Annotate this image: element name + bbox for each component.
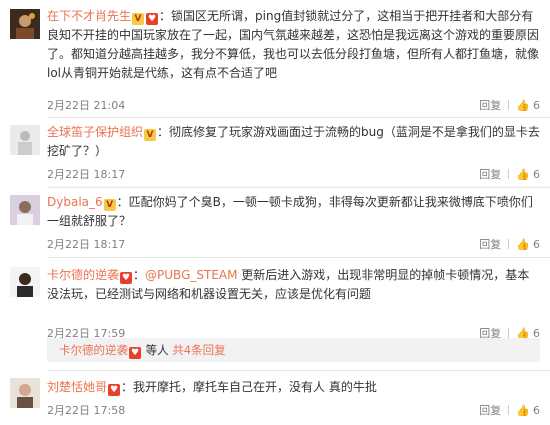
separator bbox=[508, 328, 510, 338]
like-count: 6 bbox=[533, 403, 540, 417]
username-link[interactable]: 卡尔德的逆袭 bbox=[47, 268, 119, 282]
comment-item: 刘楚恬她哥 ♥ ：我开摩托，摩托车自己在开，没有人 真的牛批 2月22日 17:58… bbox=[0, 372, 550, 425]
comment-meta: 2月22日 21:04 回复 👍 6 bbox=[47, 97, 540, 113]
heart-badge-icon: ♥ bbox=[108, 384, 121, 396]
comment-item: 全球笛子保护组织 V ：彻底修复了玩家游戏画面过于流畅的bug（蓝洞是不是拿我们的显… bbox=[0, 119, 550, 187]
thumbs-up-icon: 👍 bbox=[516, 237, 530, 251]
avatar[interactable] bbox=[10, 125, 40, 155]
avatar[interactable] bbox=[10, 195, 40, 225]
comment-meta: 2月22日 18:17 回复 👍 6 bbox=[47, 236, 540, 252]
comment-body: Dybala_6 V ：匹配你妈了个臭B，一顿一顿卡成狗，非得每次更新都让我来微博底… bbox=[47, 193, 540, 231]
comment-meta: 2月22日 18:17 回复 👍 6 bbox=[47, 166, 540, 182]
timestamp: 2月22日 21:04 bbox=[47, 99, 126, 112]
avatar[interactable] bbox=[10, 378, 40, 408]
reply-button[interactable]: 回复 bbox=[479, 402, 501, 418]
comment-body: 在下不才肖先生 V ♥ ：锁国区无所谓，ping值封锁就过分了，这相当于把开挂者和大部… bbox=[47, 7, 540, 83]
divider bbox=[47, 257, 550, 258]
username-link[interactable]: Dybala_6 bbox=[47, 195, 103, 209]
sub-reply-username[interactable]: 卡尔德的逆袭 bbox=[59, 343, 128, 357]
separator bbox=[508, 239, 510, 249]
comment-meta: 2月22日 17:58 回复 👍 6 bbox=[47, 402, 540, 418]
reply-button[interactable]: 回复 bbox=[479, 236, 501, 252]
vip-badge-icon: V bbox=[144, 129, 157, 141]
comment-text: ：匹配你妈了个臭B，一顿一顿卡成狗，非得每次更新都让我来微博底下喷你们一组就舒服… bbox=[47, 195, 533, 228]
avatar[interactable] bbox=[10, 9, 40, 39]
mention-link[interactable]: @PUBG_STEAM bbox=[145, 268, 237, 282]
like-button[interactable]: 👍 6 bbox=[516, 168, 540, 181]
separator bbox=[508, 405, 510, 415]
timestamp: 2月22日 18:17 bbox=[47, 238, 126, 251]
like-button[interactable]: 👍 6 bbox=[516, 404, 540, 417]
comment-body: 全球笛子保护组织 V ：彻底修复了玩家游戏画面过于流畅的bug（蓝洞是不是拿我们的显… bbox=[47, 123, 540, 161]
vip-badge-icon: V bbox=[132, 13, 145, 25]
sub-reply-count[interactable]: 共4条回复 bbox=[172, 343, 225, 357]
timestamp: 2月22日 18:17 bbox=[47, 168, 126, 181]
divider bbox=[47, 117, 550, 118]
separator bbox=[508, 100, 510, 110]
like-count: 6 bbox=[533, 98, 540, 112]
timestamp: 2月22日 17:58 bbox=[47, 404, 126, 417]
vip-badge-icon: V bbox=[103, 199, 116, 211]
thumbs-up-icon: 👍 bbox=[516, 403, 530, 417]
thumbs-up-icon: 👍 bbox=[516, 98, 530, 112]
like-button[interactable]: 👍 6 bbox=[516, 238, 540, 251]
like-count: 6 bbox=[533, 237, 540, 251]
comment-colon: ： bbox=[133, 268, 146, 282]
sub-replies-link[interactable]: 卡尔德的逆袭 ♥ 等人 共4条回复 bbox=[47, 338, 540, 362]
username-link[interactable]: 在下不才肖先生 bbox=[47, 9, 131, 23]
divider bbox=[47, 370, 550, 371]
heart-badge-icon: ♥ bbox=[146, 13, 159, 25]
username-link[interactable]: 全球笛子保护组织 bbox=[47, 125, 143, 139]
reply-button[interactable]: 回复 bbox=[479, 166, 501, 182]
comment-body: 卡尔德的逆袭 ♥ ：@PUBG_STEAM 更新后进入游戏，出现非常明显的掉帧卡顿情… bbox=[47, 266, 540, 304]
reply-button[interactable]: 回复 bbox=[479, 97, 501, 113]
like-button[interactable]: 👍 6 bbox=[516, 99, 540, 112]
heart-badge-icon: ♥ bbox=[120, 272, 133, 284]
comment-item: 在下不才肖先生 V ♥ ：锁国区无所谓，ping值封锁就过分了，这相当于把开挂者和大部… bbox=[0, 0, 550, 115]
comment-body: 刘楚恬她哥 ♥ ：我开摩托，摩托车自己在开，没有人 真的牛批 bbox=[47, 378, 540, 397]
like-count: 6 bbox=[533, 167, 540, 181]
comment-item: Dybala_6 V ：匹配你妈了个臭B，一顿一顿卡成狗，非得每次更新都让我来微博底… bbox=[0, 189, 550, 257]
avatar[interactable] bbox=[10, 267, 40, 297]
heart-badge-icon: ♥ bbox=[129, 347, 141, 359]
sub-reply-suffix: 等人 bbox=[145, 343, 169, 357]
separator bbox=[508, 169, 510, 179]
thumbs-up-icon: 👍 bbox=[516, 167, 530, 181]
divider bbox=[47, 187, 550, 188]
username-link[interactable]: 刘楚恬她哥 bbox=[47, 380, 107, 394]
comment-text: ：我开摩托，摩托车自己在开，没有人 真的牛批 bbox=[121, 380, 377, 394]
